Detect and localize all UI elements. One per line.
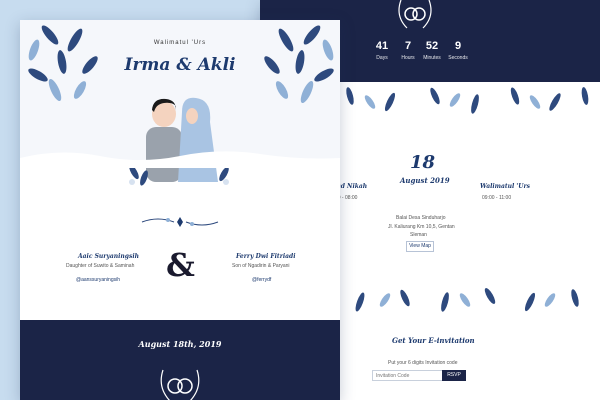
einvite-title: Get Your E-invitation bbox=[392, 336, 475, 345]
event-day: 18 bbox=[410, 152, 436, 173]
venue-address: Jl. Kaliurang Km 10,5, Gentan bbox=[388, 224, 455, 230]
rsvp-button[interactable]: RSVP bbox=[442, 370, 466, 381]
bride-name: Aaic Suryaningsih bbox=[78, 253, 140, 260]
footer-date-section: August 18th, 2019 bbox=[20, 320, 340, 400]
event-month-year: August 2019 bbox=[400, 176, 450, 185]
countdown-label: Seconds bbox=[448, 55, 468, 61]
couple-title: Irma & Akli bbox=[124, 55, 236, 75]
invitation-subtitle: Walimatul 'Urs bbox=[153, 40, 207, 46]
rings-emblem-icon bbox=[398, 0, 432, 29]
view-map-button[interactable]: View Map bbox=[406, 241, 434, 252]
ampersand: & bbox=[166, 246, 195, 284]
invitation-page-front: Walimatul 'Urs Irma & Akli Aaic Suryanin… bbox=[20, 20, 340, 400]
walimah-title: Walimatul 'Urs bbox=[480, 183, 531, 190]
wave-divider bbox=[20, 151, 340, 168]
venue-name: Balai Desa Sinduharjo bbox=[396, 215, 446, 221]
bride-instagram[interactable]: @aanssuryaningsih bbox=[76, 277, 120, 283]
groom-parents: Son of Ngadirin & Paryani bbox=[232, 263, 290, 269]
invitation-code-input[interactable] bbox=[372, 370, 446, 381]
groom-instagram[interactable]: @ferrydf bbox=[252, 277, 271, 283]
venue-city: Sleman bbox=[410, 232, 427, 238]
countdown-seconds: 9 Seconds bbox=[440, 40, 476, 61]
walimah-time: 09:00 - 11:00 bbox=[482, 195, 512, 201]
couple-illustration bbox=[129, 97, 229, 186]
countdown-value: 9 bbox=[454, 40, 462, 52]
rings-emblem-icon bbox=[160, 369, 200, 400]
wedding-date: August 18th, 2019 bbox=[138, 339, 222, 349]
bride-parents: Daughter of Suwito & Saminah bbox=[66, 263, 135, 269]
floral-ornament-icon bbox=[141, 217, 219, 227]
groom-name: Ferry Dwi Fitriadi bbox=[236, 253, 296, 260]
einvite-note: Put your 6 digits Invitation code bbox=[388, 360, 458, 366]
